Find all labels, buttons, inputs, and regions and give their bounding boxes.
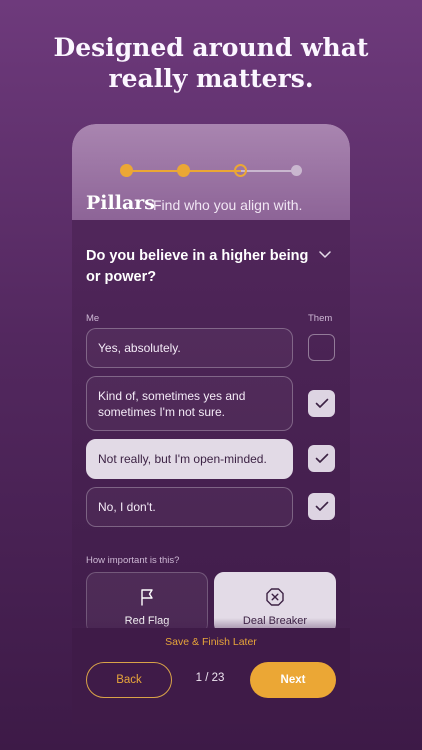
importance-label: How important is this? — [86, 555, 180, 566]
column-label-me: Me — [86, 313, 100, 324]
step-dot-1[interactable] — [120, 164, 133, 177]
them-checkbox-4[interactable] — [308, 493, 335, 520]
step-dot-3[interactable] — [234, 164, 247, 177]
step-line-2 — [184, 170, 241, 172]
them-checkbox-2[interactable] — [308, 390, 335, 417]
back-button-label: Back — [116, 674, 142, 686]
flag-icon — [141, 589, 153, 606]
headline-line-1: Designed around what — [53, 33, 369, 62]
x-octagon-icon — [266, 588, 284, 606]
next-button[interactable]: Next — [250, 662, 336, 698]
answer-option-1[interactable]: Yes, absolutely. — [86, 328, 293, 368]
question-text: Do you believe in a higher being or powe… — [86, 248, 309, 285]
check-icon — [315, 501, 328, 511]
headline-line-2: really matters. — [108, 64, 314, 93]
page-counter: 1 / 23 — [195, 672, 225, 684]
section-title: Pillars — [86, 192, 155, 214]
save-finish-later-link[interactable]: Save & Finish Later — [72, 636, 350, 648]
answer-option-label: No, I don't. — [98, 500, 156, 514]
answer-option-3[interactable]: Not really, but I'm open-minded. — [86, 439, 293, 479]
pillars-card: Pillars Find who you align with. Do you … — [72, 124, 350, 724]
step-dot-4[interactable] — [291, 165, 302, 176]
chevron-down-icon[interactable] — [318, 250, 332, 260]
them-checkbox-3[interactable] — [308, 445, 335, 472]
answer-option-label: Yes, absolutely. — [98, 341, 181, 355]
section-subtitle: Find who you align with. — [153, 197, 303, 213]
step-line-1 — [127, 170, 184, 172]
answer-option-2[interactable]: Kind of, sometimes yes and sometimes I'm… — [86, 376, 293, 431]
them-checkbox-1[interactable] — [308, 334, 335, 361]
column-label-them: Them — [308, 313, 333, 324]
check-icon — [315, 398, 328, 408]
answer-option-label: Not really, but I'm open-minded. — [98, 452, 267, 466]
back-button[interactable]: Back — [86, 662, 172, 698]
answer-option-4[interactable]: No, I don't. — [86, 487, 293, 527]
step-dot-2[interactable] — [177, 164, 190, 177]
answer-option-label: Kind of, sometimes yes and sometimes I'm… — [98, 388, 246, 419]
progress-stepper — [120, 164, 302, 178]
check-icon — [315, 453, 328, 463]
headline: Designed around what really matters. — [0, 32, 422, 94]
next-button-label: Next — [280, 674, 306, 686]
card-header: Pillars Find who you align with. — [72, 124, 350, 220]
step-line-3 — [241, 170, 298, 172]
